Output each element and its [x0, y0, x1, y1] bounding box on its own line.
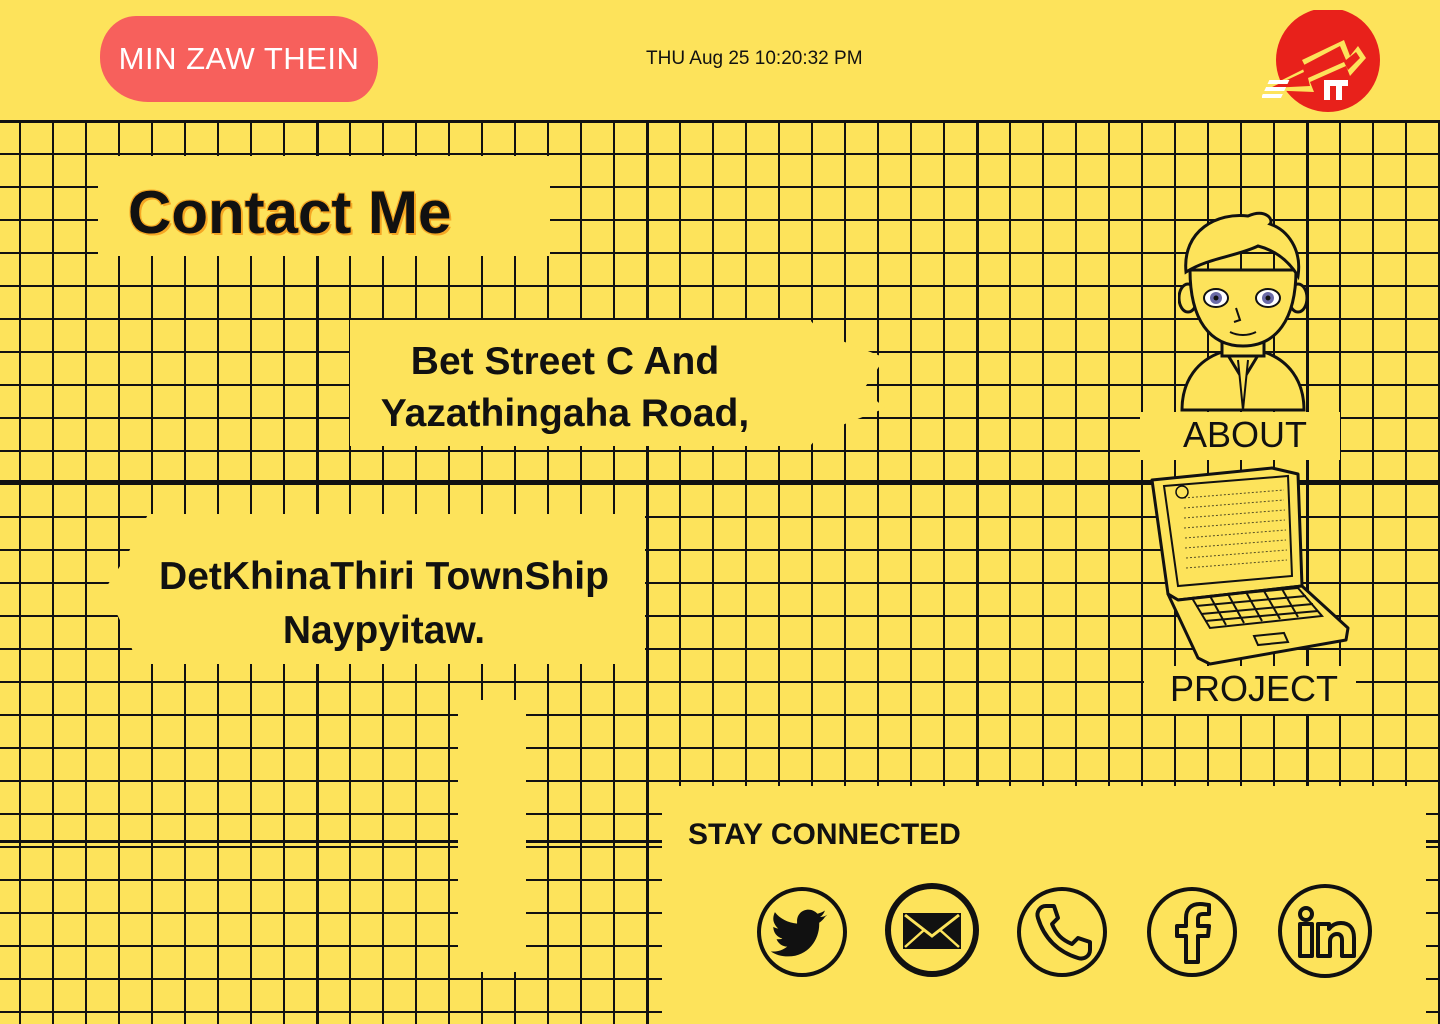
- linkedin-icon[interactable]: [1276, 882, 1374, 980]
- nav-about-link[interactable]: ABOUT: [1140, 414, 1350, 456]
- twitter-icon[interactable]: [756, 886, 848, 978]
- stay-connected-title: STAY CONNECTED: [688, 818, 961, 851]
- mountain-logo-icon[interactable]: [1262, 10, 1382, 114]
- address-line-3: DetKhinaThiri TownShip: [159, 555, 609, 598]
- header: MIN ZAW THEIN THU Aug 25 10:20:32 PM: [0, 0, 1440, 120]
- laptop-icon: [1150, 466, 1350, 666]
- address-line-2: Yazathingaha Road,: [380, 392, 750, 435]
- address-block-2: DetKhinaThiri TownShip Naypyitaw.: [118, 550, 650, 658]
- facebook-icon[interactable]: [1146, 886, 1238, 978]
- address-line-4: Naypyitaw.: [282, 609, 486, 652]
- page-title: Contact Me: [128, 179, 452, 246]
- name-badge[interactable]: MIN ZAW THEIN: [100, 16, 378, 102]
- avatar-boy-icon: [1178, 211, 1308, 412]
- address-block-1: Bet Street C And Yazathingaha Road,: [350, 336, 780, 440]
- datetime-display: THU Aug 25 10:20:32 PM: [646, 48, 863, 69]
- phone-icon[interactable]: [1016, 886, 1108, 978]
- mail-icon[interactable]: [884, 882, 980, 978]
- nav-project-link[interactable]: PROJECT: [1144, 668, 1364, 710]
- address-line-1: Bet Street C And: [410, 340, 720, 383]
- decorative-strip: [458, 700, 526, 972]
